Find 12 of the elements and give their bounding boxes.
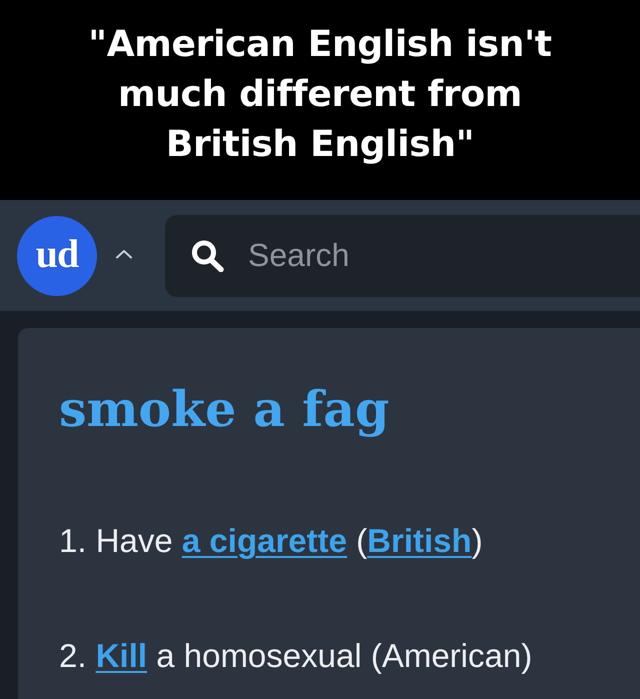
definition-text: 1. Have a cigarette (British) <box>59 521 483 561</box>
caption-text: "American English isn't much different from British English" <box>87 23 553 167</box>
definition-link[interactable]: Kill <box>96 637 148 674</box>
definition-link[interactable]: a cigarette <box>182 522 347 559</box>
search-icon <box>191 240 225 272</box>
site-logo[interactable]: ud <box>17 216 97 296</box>
search-field[interactable]: Search <box>248 237 548 274</box>
caret-icon[interactable] <box>115 248 133 258</box>
search-bar[interactable]: Search <box>165 214 640 296</box>
definition-text: 2. Kill a homosexual (American) <box>59 636 532 676</box>
definition-link[interactable]: British <box>367 522 472 559</box>
word-title: smoke a fag <box>59 380 390 438</box>
